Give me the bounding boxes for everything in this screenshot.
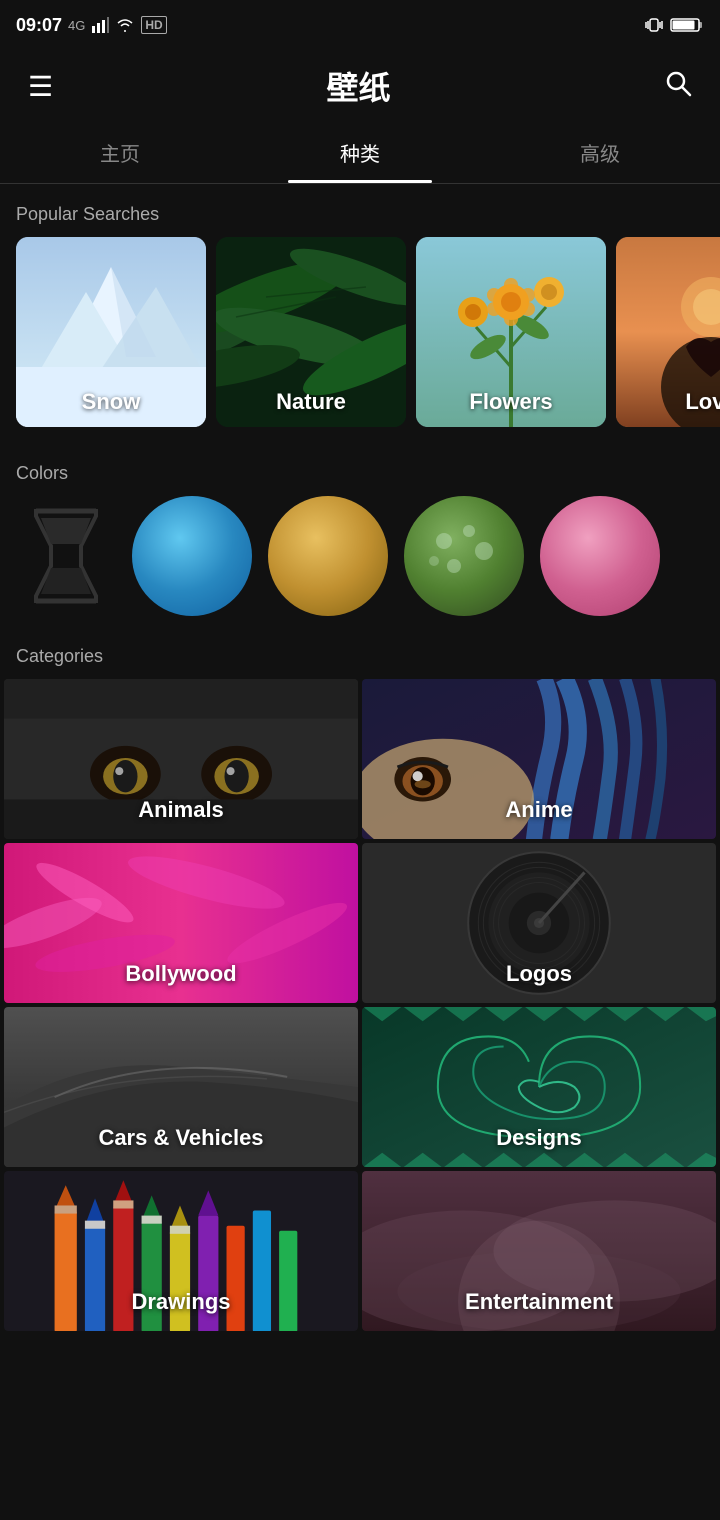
tab-categories-label: 种类 <box>340 144 380 166</box>
category-label-bollywood: Bollywood <box>4 961 358 987</box>
categories-grid: Animals <box>0 679 720 1331</box>
menu-icon: ☰ <box>28 71 53 102</box>
category-card-drawings[interactable]: Drawings <box>4 1171 358 1331</box>
hourglass-icon <box>26 506 106 606</box>
category-card-cars[interactable]: Cars & Vehicles <box>4 1007 358 1167</box>
app-bar: ☰ 壁纸 <box>0 50 720 122</box>
category-card-animals[interactable]: Animals <box>4 679 358 839</box>
color-circle-green[interactable] <box>404 496 524 616</box>
color-circle-blue[interactable] <box>132 496 252 616</box>
tab-advanced-label: 高级 <box>580 144 620 166</box>
battery-icon <box>670 16 704 34</box>
popular-card-nature[interactable]: Nature <box>216 237 406 427</box>
status-bar: 09:07 4G HD <box>0 0 720 50</box>
category-card-designs[interactable]: Designs <box>362 1007 716 1167</box>
popular-label-love: Love <box>616 389 720 415</box>
signal-indicator: 4G <box>68 18 85 33</box>
popular-label-nature: Nature <box>216 389 406 415</box>
hd-badge: HD <box>141 16 166 34</box>
popular-card-love[interactable]: Love <box>616 237 720 427</box>
category-label-animals: Animals <box>4 797 358 823</box>
category-card-logos[interactable]: Logos <box>362 843 716 1003</box>
category-card-entertainment[interactable]: Entertainment <box>362 1171 716 1331</box>
colors-section-label: Colors <box>0 443 720 496</box>
tab-advanced[interactable]: 高级 <box>480 122 720 183</box>
status-right-icons <box>644 15 704 35</box>
popular-label-flowers: Flowers <box>416 389 606 415</box>
category-label-designs: Designs <box>362 1125 716 1151</box>
colors-row <box>0 496 720 636</box>
category-label-logos: Logos <box>362 961 716 987</box>
popular-searches-row: Snow Nature <box>0 237 720 443</box>
color-circle-pink[interactable] <box>540 496 660 616</box>
categories-section-label: Categories <box>0 636 720 679</box>
popular-card-snow[interactable]: Snow <box>16 237 206 427</box>
status-time: 09:07 4G HD <box>16 15 167 36</box>
popular-card-flowers[interactable]: Flowers <box>416 237 606 427</box>
category-label-entertainment: Entertainment <box>362 1289 716 1315</box>
color-circle-gold[interactable] <box>268 496 388 616</box>
vibrate-icon <box>644 15 664 35</box>
category-label-drawings: Drawings <box>4 1289 358 1315</box>
app-title: 壁纸 <box>327 63 391 109</box>
popular-label-snow: Snow <box>16 389 206 415</box>
menu-button[interactable]: ☰ <box>20 62 61 111</box>
tab-bar: 主页 种类 高级 <box>0 122 720 184</box>
tab-home-label: 主页 <box>100 144 140 166</box>
category-card-anime[interactable]: Anime <box>362 679 716 839</box>
wifi-icon <box>115 17 135 33</box>
search-icon <box>664 69 692 97</box>
tab-home[interactable]: 主页 <box>0 122 240 183</box>
category-card-bollywood[interactable]: Bollywood <box>4 843 358 1003</box>
category-label-cars: Cars & Vehicles <box>4 1125 358 1151</box>
tab-categories[interactable]: 种类 <box>240 122 480 183</box>
category-label-anime: Anime <box>362 797 716 823</box>
search-button[interactable] <box>656 61 700 112</box>
time-display: 09:07 <box>16 15 62 36</box>
signal-bars-icon <box>91 16 109 34</box>
color-hourglass[interactable] <box>16 496 116 616</box>
popular-searches-label: Popular Searches <box>0 184 720 237</box>
